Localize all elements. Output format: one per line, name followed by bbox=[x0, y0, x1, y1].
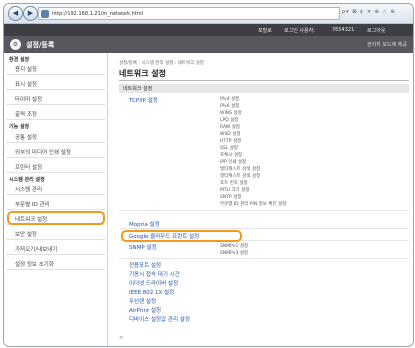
sidebar-item-display[interactable]: 표시 설정 bbox=[6, 79, 105, 90]
tcpip-item: LPD 설정 bbox=[220, 118, 239, 123]
page-title: 네트워크 설정 bbox=[119, 69, 166, 78]
sidebar-item-output[interactable]: 출력 조정 bbox=[6, 109, 105, 120]
tcpip-item: 프록시 설정 bbox=[220, 153, 243, 158]
sidebar-section-system: 시스템 관리 설정 bbox=[9, 177, 45, 183]
url-text: http://192.168.1.21/m_network.html bbox=[52, 10, 144, 17]
tcpip-item: 부문별 ID 관리 PIN 정보 확인 설정 bbox=[220, 202, 287, 207]
google-highlight-frame bbox=[121, 230, 242, 242]
sidebar-section-function: 기능 설정 bbox=[9, 124, 30, 130]
title-divider bbox=[119, 80, 409, 81]
tcpip-item: SSL 설정 bbox=[220, 146, 238, 151]
airprint-link[interactable]: AirPrint 설정 bbox=[129, 306, 161, 314]
footer-mark: ≡ bbox=[119, 335, 124, 341]
forward-arrow-icon[interactable]: ▶ bbox=[23, 6, 38, 21]
sidebar-item-system-mgmt[interactable]: 시스템 관리 bbox=[6, 184, 105, 195]
settings-logo-icon: ⚙ bbox=[10, 39, 21, 50]
sidebar-item-security[interactable]: 보안 설정 bbox=[6, 229, 105, 240]
tcpip-item: 멀티캐스트 검색 설정 bbox=[220, 167, 261, 172]
wireless-lan-link[interactable]: 무선랜 설정 bbox=[129, 297, 156, 305]
row-divider bbox=[119, 210, 409, 211]
startup-wait-time-link[interactable]: 기동시 접속 대기 시간 bbox=[129, 270, 180, 278]
page-icon bbox=[41, 9, 49, 18]
browser-tool-icons[interactable]: ρ▾ ⊠ ¢ ✕ ⊕ ☆ ⊛ bbox=[342, 9, 396, 15]
device-settings-mgmt-link[interactable]: 디바이스 설정값 관리 설정 bbox=[129, 315, 190, 323]
browser-window: ◀ ▶ http://192.168.1.21/m_network.html ρ… bbox=[3, 3, 414, 347]
sidebar-section-pref: 환경 설정 bbox=[9, 57, 30, 63]
tcpip-item: MTU 크기 설정 bbox=[220, 188, 250, 193]
address-bar[interactable]: http://192.168.1.21/m_network.html bbox=[38, 7, 340, 20]
row-divider bbox=[119, 228, 409, 229]
tcpip-item: 멀티캐스트 검색 설정 bbox=[220, 174, 261, 179]
user-bar: 포털로 로그인 사용자: 7654321 로그아웃 bbox=[4, 24, 413, 36]
sidebar-item-media-print[interactable]: 외부의 미디어 인쇄 설정 bbox=[6, 147, 105, 158]
login-user-label: 로그인 사용자: bbox=[284, 28, 315, 34]
portal-link[interactable]: 포털로 bbox=[258, 27, 272, 34]
tcpip-item: SNTP 설정 bbox=[220, 195, 242, 200]
main-content: 설정/등록 : 시스템 관리 설정 : 네트워크 설정 네트워크 설정 네트워크… bbox=[107, 53, 413, 346]
sidebar-item-common[interactable]: 공통 설정 bbox=[6, 132, 105, 143]
app-header: ⚙ 설정/등록 관리자 모드에 제공 bbox=[4, 36, 413, 53]
tcpip-settings-link[interactable]: TCP/IP 설정 bbox=[129, 96, 158, 104]
tcpip-item: WINS 설정 bbox=[220, 111, 242, 116]
tcpip-item: WSD 설정 bbox=[220, 132, 241, 137]
admin-mode-link[interactable]: 관리자 모드에 제공 bbox=[367, 41, 407, 48]
tcpip-item: RAW 설정 bbox=[220, 125, 240, 130]
breadcrumb: 설정/등록 : 시스템 관리 설정 : 네트워크 설정 bbox=[119, 61, 204, 66]
section-header: 네트워크 설정 bbox=[119, 84, 409, 93]
snmp-item: SNMPv3 설정 bbox=[220, 251, 249, 256]
sidebar-item-timer[interactable]: 타이머 설정 bbox=[6, 94, 105, 105]
snmp-item: SNMPv1 설정 bbox=[220, 244, 249, 249]
tcpip-item: IPP 인쇄 설정 bbox=[220, 160, 247, 165]
tcpip-item: HTTP 설정 bbox=[220, 139, 242, 144]
sidebar-item-import-export[interactable]: 가져오기/내보내기 bbox=[6, 244, 105, 255]
ethernet-driver-link[interactable]: 이더넷 드라이버 설정 bbox=[129, 279, 178, 287]
logout-link[interactable]: 로그아웃 bbox=[367, 27, 385, 34]
app-title: 설정/등록 bbox=[26, 41, 55, 49]
sidebar-item-reset[interactable]: 설정 정보 초기화 bbox=[6, 259, 105, 270]
browser-toolbar: ◀ ▶ http://192.168.1.21/m_network.html ρ… bbox=[4, 4, 413, 24]
dedicated-port-link[interactable]: 전용포트 설정 bbox=[129, 261, 161, 269]
sidebar-item-paper[interactable]: 용지 설정 bbox=[6, 64, 105, 75]
sidebar: 환경 설정 용지 설정 표시 설정 타이머 설정 출력 조정 기능 설정 공통 … bbox=[4, 53, 107, 346]
sidebar-item-printer[interactable]: 프린터 설정 bbox=[6, 162, 105, 173]
snmp-settings-link[interactable]: SNMP 설정 bbox=[129, 243, 157, 251]
tcpip-item: IPv6 설정 bbox=[220, 104, 240, 109]
tcpip-item: 포트 번호 설정 bbox=[220, 181, 248, 186]
network-highlight-frame bbox=[7, 211, 105, 225]
sidebar-item-dept-id[interactable]: 부문별 ID 관리 bbox=[6, 199, 105, 210]
mopria-settings-link[interactable]: Mopria 설정 bbox=[129, 220, 160, 228]
tcpip-item: IPv4 설정 bbox=[220, 97, 240, 102]
ieee8021x-link[interactable]: IEEE 802.1X 설정 bbox=[129, 288, 174, 296]
back-arrow-icon[interactable]: ◀ bbox=[8, 6, 23, 21]
row-divider bbox=[119, 258, 409, 259]
login-user-value: 7654321 bbox=[332, 27, 355, 33]
